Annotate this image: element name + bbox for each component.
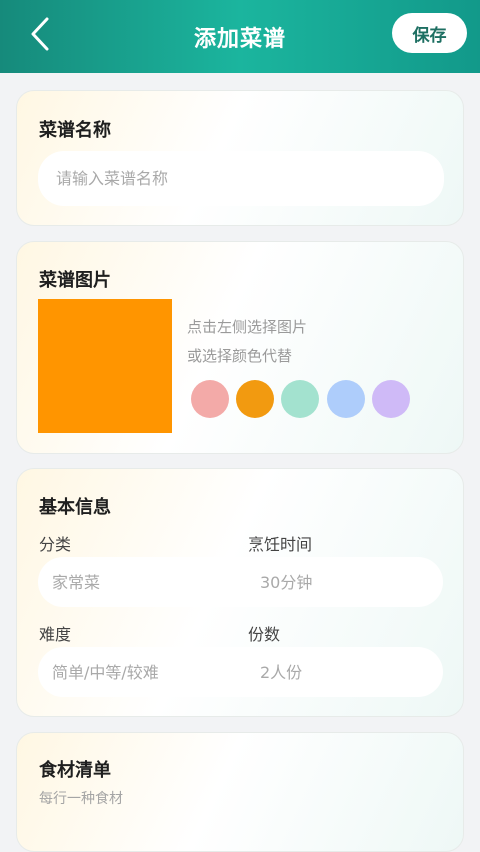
recipe-name-title: 菜谱名称 bbox=[39, 120, 111, 141]
color-swatch-pink[interactable] bbox=[191, 380, 229, 418]
difficulty-input[interactable] bbox=[38, 647, 242, 697]
recipe-name-card: 菜谱名称 bbox=[16, 90, 464, 226]
category-label: 分类 bbox=[39, 535, 72, 554]
basic-info-title: 基本信息 bbox=[39, 497, 111, 518]
image-hint-line2: 或选择颜色代替 bbox=[187, 347, 293, 365]
category-input[interactable] bbox=[38, 557, 242, 607]
ingredients-card: 食材清单 每行一种食材 bbox=[16, 732, 464, 852]
chevron-left-icon bbox=[31, 17, 49, 51]
recipe-name-input[interactable] bbox=[38, 151, 444, 206]
top-bar: 添加菜谱 保存 bbox=[0, 0, 480, 73]
color-swatch-orange[interactable] bbox=[236, 380, 274, 418]
ingredients-hint: 每行一种食材 bbox=[39, 791, 123, 807]
recipe-image-picker[interactable] bbox=[38, 299, 172, 433]
cook-time-input[interactable] bbox=[242, 557, 443, 607]
difficulty-label: 难度 bbox=[39, 625, 72, 644]
image-hint-line1: 点击左侧选择图片 bbox=[187, 318, 308, 336]
recipe-image-title: 菜谱图片 bbox=[39, 270, 111, 291]
servings-label: 份数 bbox=[248, 625, 281, 644]
color-swatch-blue[interactable] bbox=[327, 380, 365, 418]
back-button[interactable] bbox=[20, 14, 60, 54]
servings-input[interactable] bbox=[242, 647, 443, 697]
cook-time-label: 烹饪时间 bbox=[248, 535, 313, 554]
color-swatch-purple[interactable] bbox=[372, 380, 410, 418]
save-button[interactable]: 保存 bbox=[392, 13, 467, 53]
ingredients-title: 食材清单 bbox=[39, 760, 111, 781]
basic-info-card: 基本信息 分类 烹饪时间 难度 份数 bbox=[16, 468, 464, 717]
color-swatch-mint[interactable] bbox=[281, 380, 319, 418]
page-title: 添加菜谱 bbox=[193, 26, 286, 52]
recipe-image-card: 菜谱图片 点击左侧选择图片 或选择颜色代替 bbox=[16, 241, 464, 454]
